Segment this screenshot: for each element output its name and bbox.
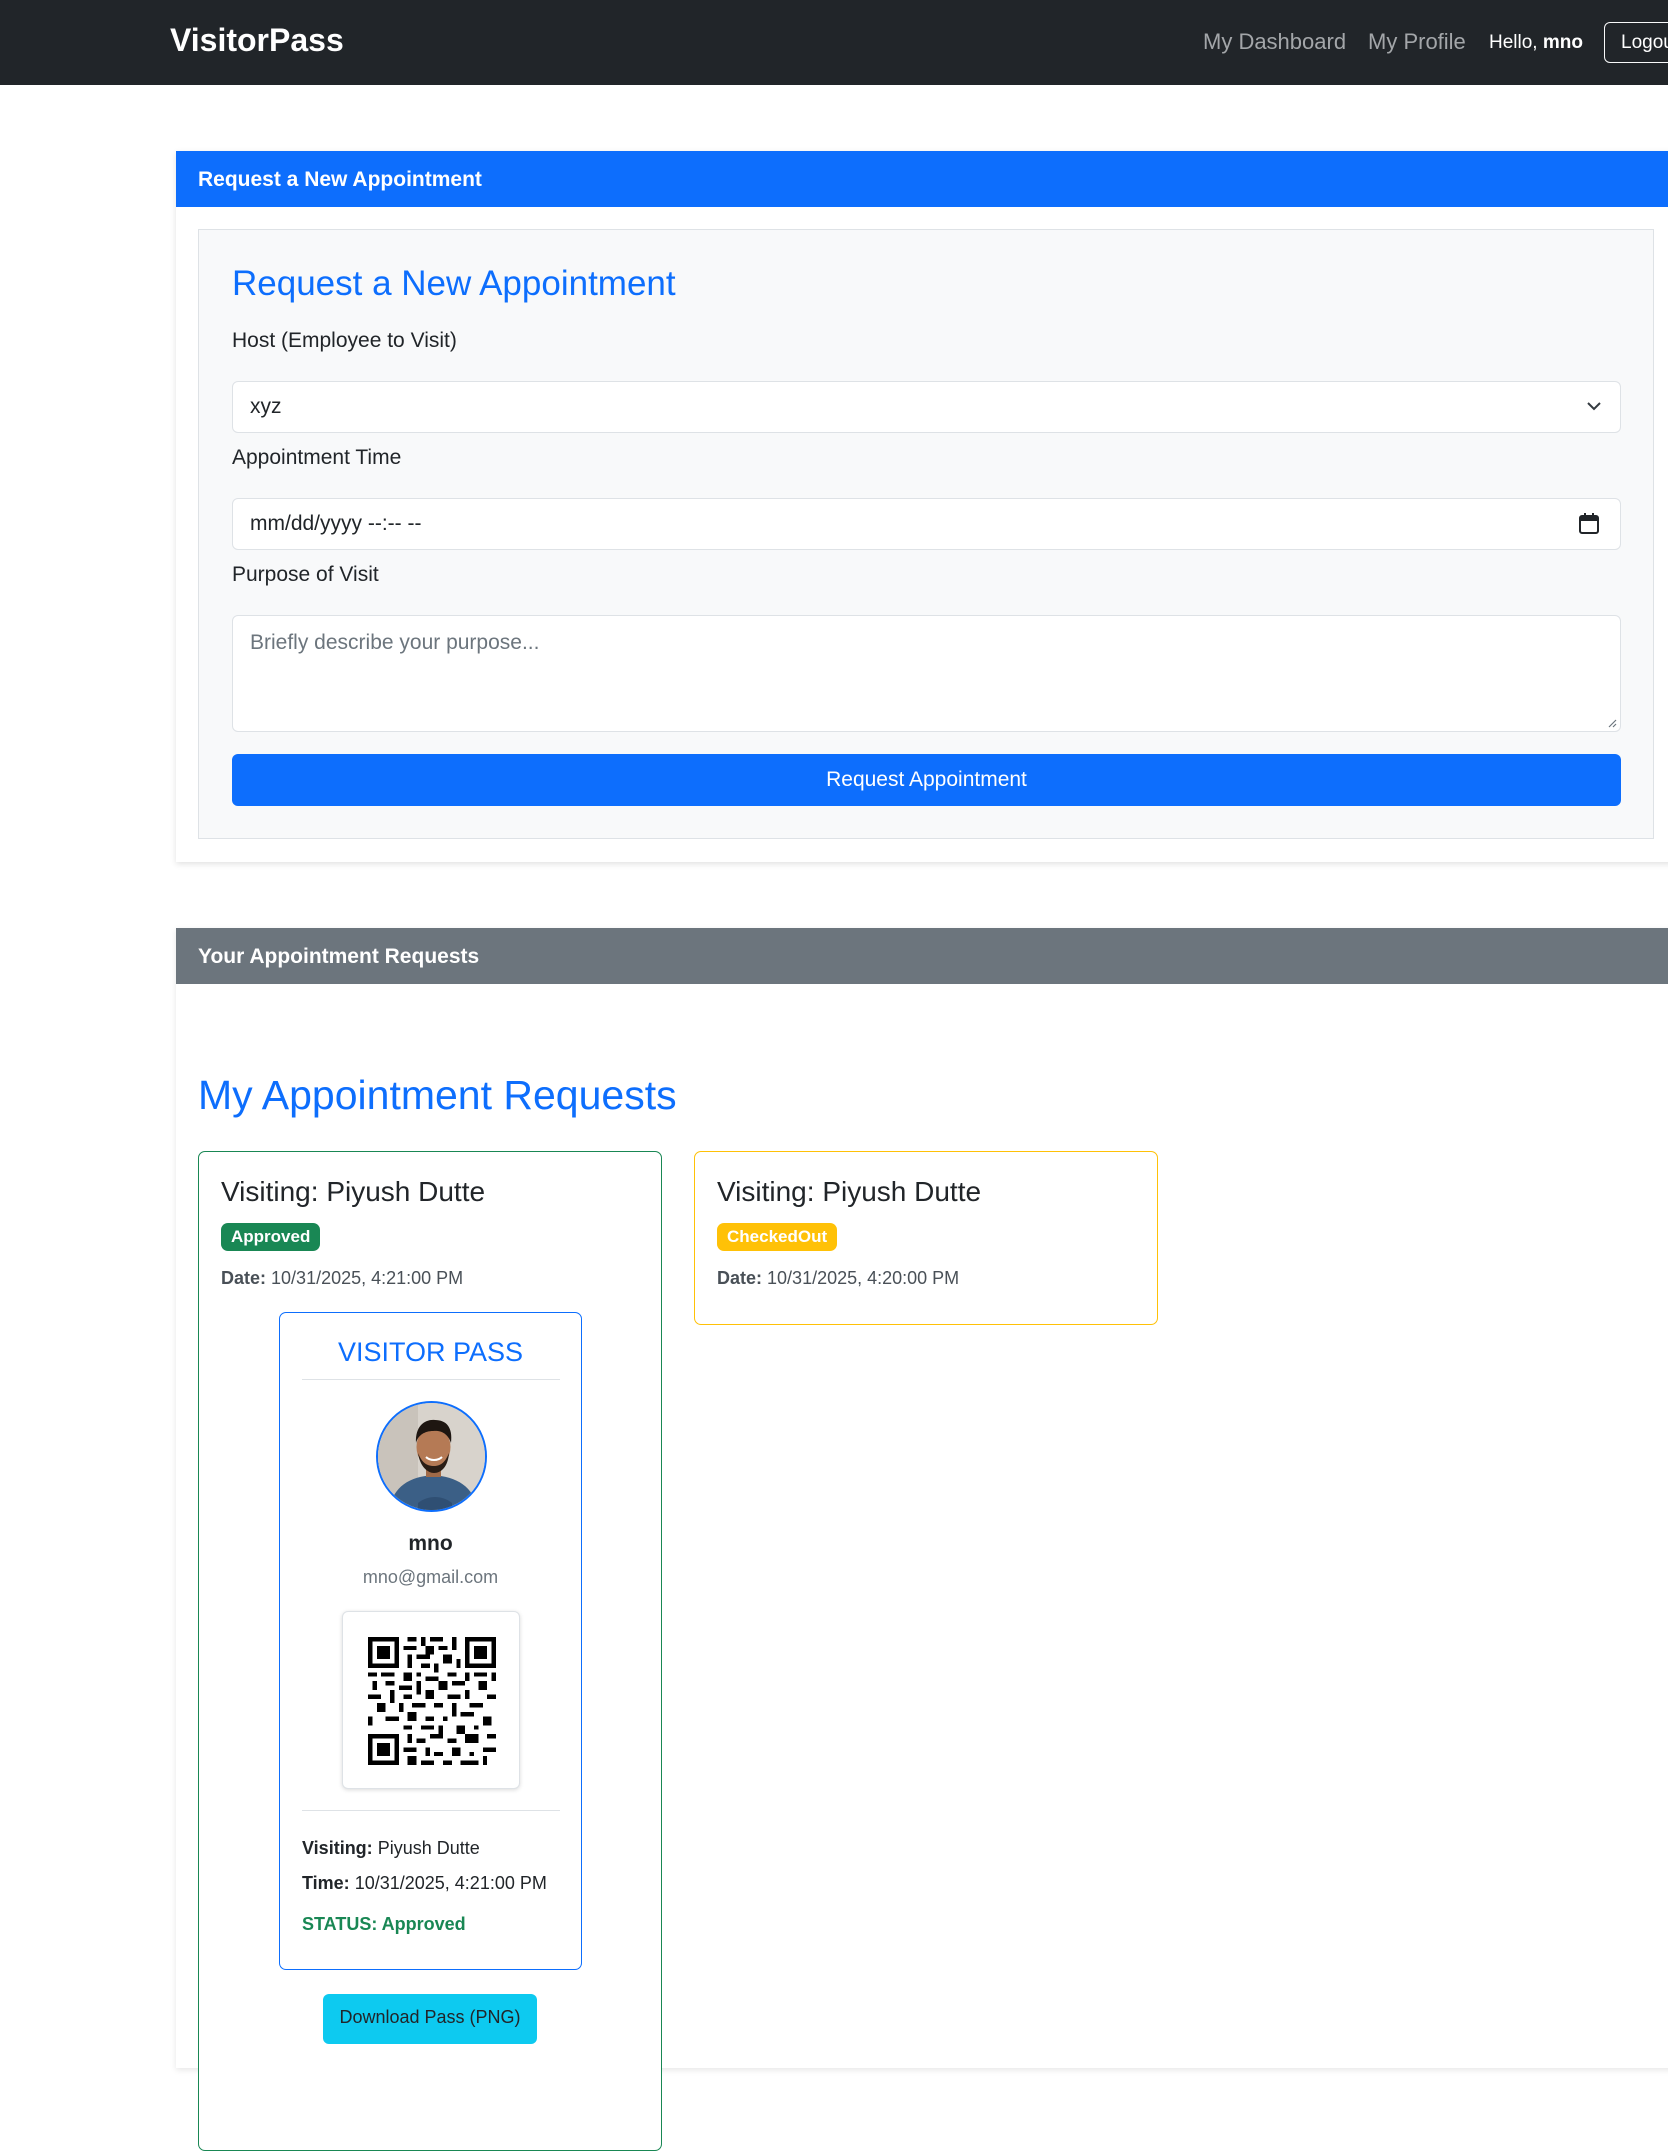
requests-card-header: Your Appointment Requests	[176, 928, 1668, 984]
divider	[302, 1379, 560, 1380]
nav-my-dashboard[interactable]: My Dashboard	[1203, 29, 1346, 55]
pass-time-value: 10/31/2025, 4:21:00 PM	[354, 1873, 547, 1893]
pass-status: STATUS: Approved	[302, 1914, 466, 1934]
divider	[302, 1810, 560, 1811]
calendar-icon[interactable]	[1578, 512, 1600, 536]
greeting-text: Hello,	[1489, 32, 1538, 53]
visitor-name: mno	[408, 1532, 453, 1555]
user-greeting: Hello, mno	[1489, 32, 1583, 54]
logout-button[interactable]: Logout	[1604, 22, 1668, 63]
appointment-title: Visiting: Piyush Dutte	[221, 1176, 486, 1207]
qr-code-icon	[368, 1637, 496, 1765]
appointment-date: Date: 10/31/2025, 4:21:00 PM	[221, 1268, 463, 1289]
date-value: 10/31/2025, 4:20:00 PM	[767, 1268, 960, 1288]
greeting-username: mno	[1542, 32, 1583, 53]
host-select-value: xyz	[250, 395, 282, 418]
status-badge: Approved	[221, 1223, 321, 1251]
appointment-title: Visiting: Piyush Dutte	[717, 1176, 982, 1207]
request-card-header-title: Request a New Appointment	[198, 168, 482, 191]
download-pass-button[interactable]: Download Pass (PNG)	[323, 1994, 537, 2044]
my-appointment-requests-title: My Appointment Requests	[198, 1072, 677, 1118]
avatar	[376, 1401, 487, 1512]
request-appointment-button[interactable]: Request Appointment	[232, 754, 1621, 806]
host-select[interactable]: xyz	[232, 381, 1621, 433]
pass-time-label: Time:	[302, 1873, 350, 1893]
brand-logo[interactable]: VisitorPass	[170, 22, 344, 59]
appointment-card: Visiting: Piyush Dutte Approved Date: 10…	[198, 1151, 662, 2151]
resize-grip-icon[interactable]	[1607, 718, 1617, 728]
request-card-header: Request a New Appointment	[176, 151, 1668, 207]
date-label: Date:	[717, 1268, 763, 1288]
visitor-pass: VISITOR PASS mno mno@gmail.com Visiting:…	[279, 1312, 582, 1970]
purpose-textarea[interactable]: Briefly describe your purpose...	[232, 615, 1621, 732]
pass-visiting-value: Piyush Dutte	[377, 1838, 480, 1858]
visitor-email: mno@gmail.com	[362, 1567, 499, 1587]
request-appointment-card: Request a New Appointment Request a New …	[176, 151, 1668, 862]
host-label: Host (Employee to Visit)	[232, 329, 457, 352]
person-photo-icon	[378, 1403, 485, 1510]
appointment-date: Date: 10/31/2025, 4:20:00 PM	[717, 1268, 959, 1289]
status-badge: CheckedOut	[717, 1223, 838, 1251]
appointment-card: Visiting: Piyush Dutte CheckedOut Date: …	[694, 1151, 1158, 1325]
top-navbar: VisitorPass My Dashboard My Profile Hell…	[0, 0, 1668, 85]
pass-visiting-line: Visiting: Piyush Dutte	[302, 1838, 480, 1859]
pass-time-line: Time: 10/31/2025, 4:21:00 PM	[302, 1873, 547, 1894]
form-title: Request a New Appointment	[232, 264, 676, 303]
date-value: 10/31/2025, 4:21:00 PM	[271, 1268, 464, 1288]
qr-code	[342, 1611, 520, 1789]
appointment-requests-card: Your Appointment Requests My Appointment…	[176, 928, 1668, 2151]
chevron-down-icon	[1587, 402, 1601, 411]
appointment-time-input[interactable]: mm/dd/yyyy --:-- --	[232, 498, 1621, 550]
pass-visiting-label: Visiting:	[302, 1838, 373, 1858]
purpose-placeholder: Briefly describe your purpose...	[250, 631, 540, 654]
date-label: Date:	[221, 1268, 267, 1288]
visitor-pass-title: VISITOR PASS	[337, 1337, 524, 1367]
requests-card-header-title: Your Appointment Requests	[198, 945, 480, 968]
appointment-time-placeholder: mm/dd/yyyy --:-- --	[250, 512, 422, 535]
nav-my-profile[interactable]: My Profile	[1368, 29, 1466, 55]
appointment-form: Request a New Appointment Host (Employee…	[198, 229, 1654, 839]
purpose-label: Purpose of Visit	[232, 563, 379, 586]
appointment-time-label: Appointment Time	[232, 446, 402, 469]
